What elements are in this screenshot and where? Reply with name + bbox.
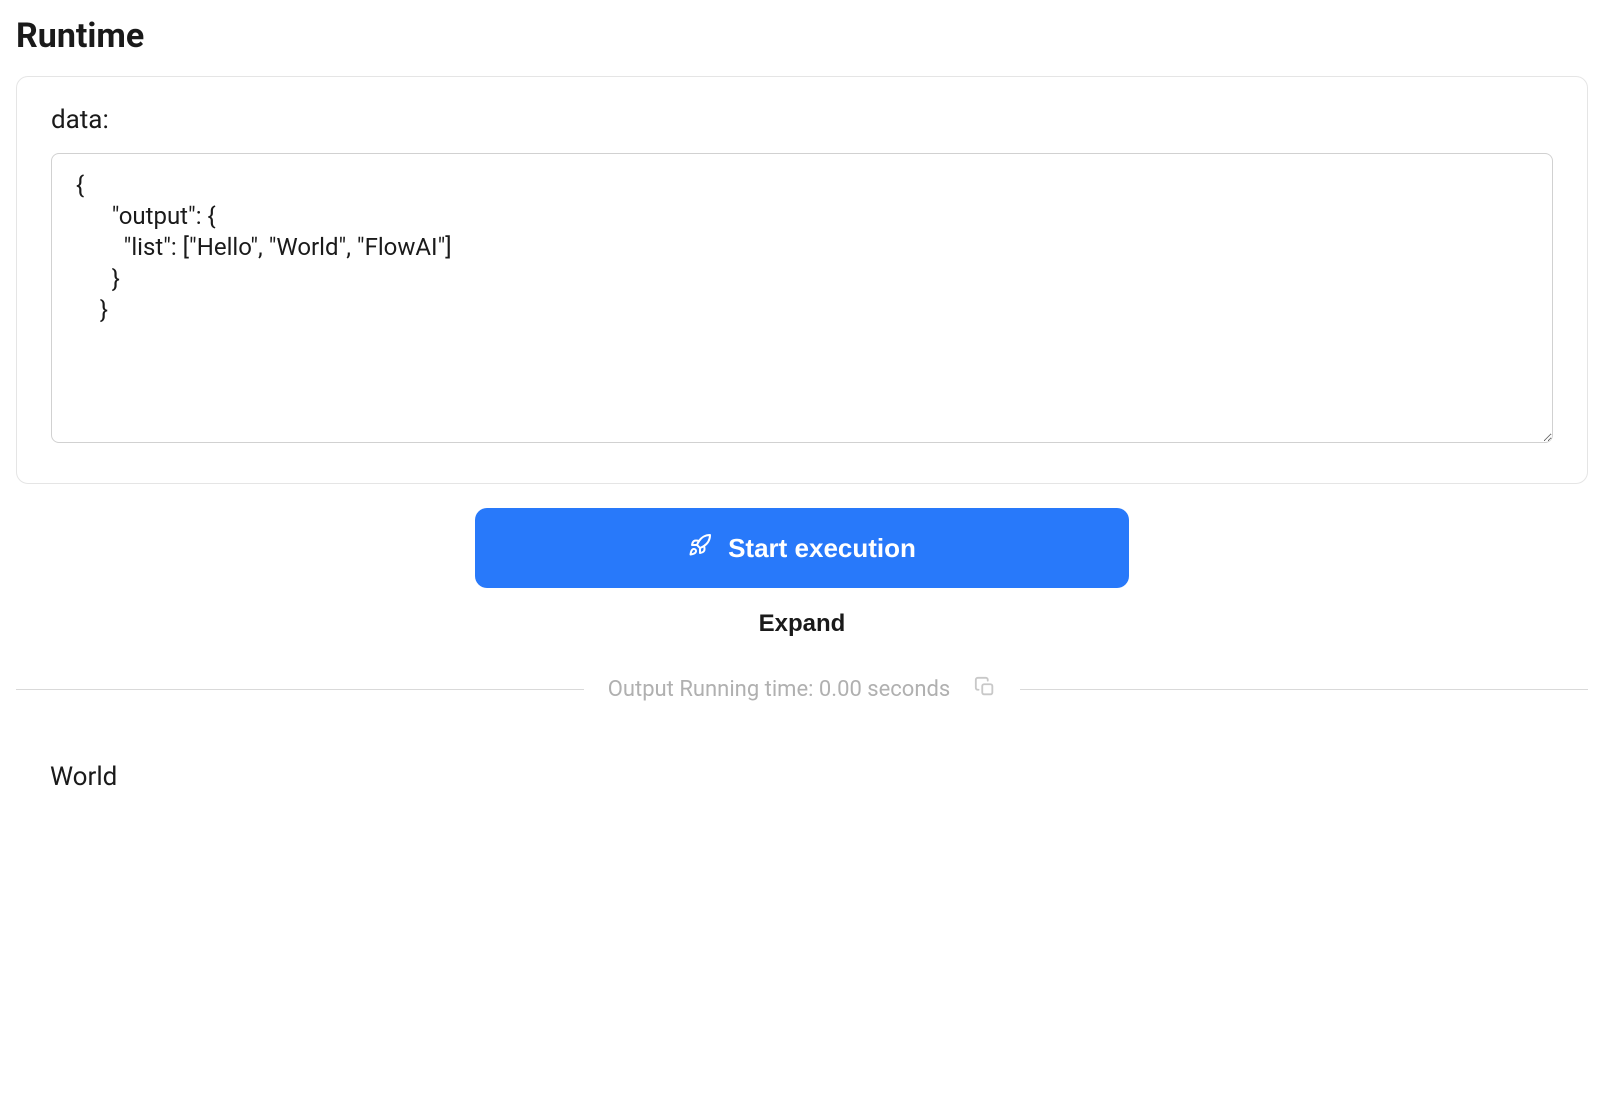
divider-line-right xyxy=(1020,689,1588,690)
output-value: World xyxy=(0,702,1604,832)
start-execution-label: Start execution xyxy=(728,533,916,564)
output-running-time-label: Output Running time: 0.00 seconds xyxy=(608,677,951,702)
start-execution-button[interactable]: Start execution xyxy=(475,508,1129,588)
page-title: Runtime xyxy=(0,0,1604,76)
data-panel: data: xyxy=(16,76,1588,484)
rocket-icon xyxy=(688,533,712,564)
data-textarea[interactable] xyxy=(51,153,1553,443)
output-divider: Output Running time: 0.00 seconds xyxy=(0,676,1604,702)
expand-button[interactable]: Expand xyxy=(759,610,846,638)
divider-line-left xyxy=(16,689,584,690)
copy-icon[interactable] xyxy=(974,676,996,702)
data-label: data: xyxy=(51,105,1553,135)
